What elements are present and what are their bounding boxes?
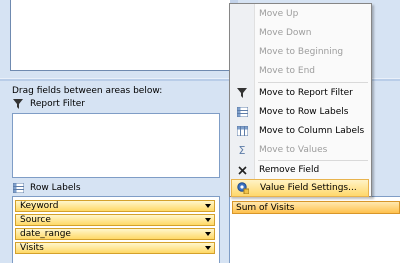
settings-icon bbox=[232, 179, 254, 197]
report-filter-label: Report Filter bbox=[30, 99, 85, 109]
menu-item-icon-blank bbox=[231, 5, 253, 23]
field-pill-keyword[interactable]: Keyword bbox=[15, 200, 215, 212]
menu-item-value-field-settings[interactable]: Value Field Settings... bbox=[231, 179, 369, 197]
menu-item-move-to-row-labels[interactable]: Move to Row Labels bbox=[231, 103, 369, 121]
menu-item-move-up[interactable]: Move Up bbox=[231, 5, 369, 23]
field-pill-source[interactable]: Source bbox=[15, 214, 215, 226]
field-pill-label: Visits bbox=[20, 243, 44, 253]
field-pill-visits[interactable]: Visits bbox=[15, 242, 215, 254]
row-labels-icon bbox=[12, 182, 24, 194]
sigma-icon: Σ bbox=[238, 143, 246, 157]
menu-item-move-to-report-filter[interactable]: Move to Report Filter bbox=[231, 84, 369, 102]
field-context-menu: Move Up Move Down Move to Beginning Move… bbox=[229, 3, 372, 197]
chevron-down-icon[interactable] bbox=[202, 229, 214, 239]
menu-item-move-down[interactable]: Move Down bbox=[231, 24, 369, 42]
field-pill-date-range[interactable]: date_range bbox=[15, 228, 215, 240]
menu-separator bbox=[258, 82, 368, 83]
menu-item-icon-blank bbox=[231, 24, 253, 42]
row-labels-label: Row Labels bbox=[30, 183, 81, 193]
column-labels-icon bbox=[231, 122, 253, 140]
menu-item-remove-field[interactable]: Remove Field bbox=[231, 161, 369, 179]
row-labels-header: Row Labels bbox=[12, 181, 212, 195]
field-list-box[interactable] bbox=[10, 0, 232, 71]
field-pill-label: Source bbox=[20, 215, 51, 225]
menu-item-move-to-beginning[interactable]: Move to Beginning bbox=[231, 43, 369, 61]
values-drop-area[interactable]: Sum of Visits bbox=[229, 196, 400, 263]
menu-item-move-to-end[interactable]: Move to End bbox=[231, 62, 369, 80]
report-filter-drop-area[interactable] bbox=[12, 113, 220, 178]
chevron-down-icon[interactable] bbox=[202, 201, 214, 211]
menu-item-icon-blank bbox=[231, 62, 253, 80]
filter-icon bbox=[12, 98, 24, 110]
remove-icon bbox=[231, 161, 253, 179]
field-pill-label: Keyword bbox=[20, 201, 59, 211]
chevron-down-icon[interactable] bbox=[202, 215, 214, 225]
values-field-pill[interactable]: Sum of Visits bbox=[232, 201, 400, 214]
report-filter-header: Report Filter bbox=[12, 97, 212, 111]
field-pill-label: date_range bbox=[20, 229, 71, 239]
values-field-label: Sum of Visits bbox=[236, 202, 295, 213]
filter-icon bbox=[231, 84, 253, 102]
menu-item-icon-blank bbox=[231, 43, 253, 61]
row-labels-drop-area[interactable]: Keyword Source date_range Visits bbox=[12, 196, 220, 263]
chevron-down-icon[interactable] bbox=[202, 243, 214, 253]
menu-item-move-to-column-labels[interactable]: Move to Column Labels bbox=[231, 122, 369, 140]
row-labels-icon bbox=[231, 103, 253, 121]
menu-item-move-to-values[interactable]: Σ Move to Values bbox=[231, 141, 369, 159]
